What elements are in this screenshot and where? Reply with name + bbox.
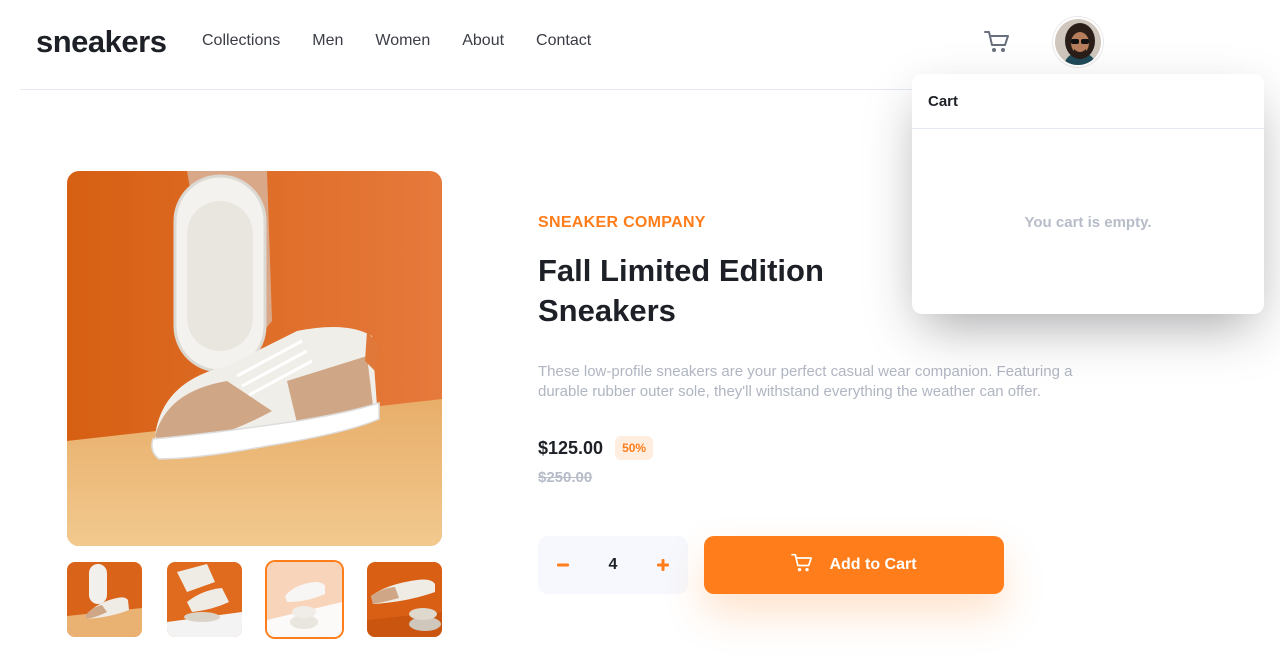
price-row: $125.00 50% [538, 436, 654, 460]
nav-about[interactable]: About [462, 32, 504, 50]
nav-women[interactable]: Women [375, 32, 430, 50]
thumbnail-4[interactable] [367, 562, 442, 637]
thumbnail-1[interactable] [67, 562, 142, 637]
current-price: $125.00 [538, 437, 604, 458]
logo[interactable]: sneakers [36, 24, 167, 60]
thumbnail-3[interactable] [267, 562, 342, 637]
original-price: $250.00 [538, 469, 593, 486]
avatar[interactable] [1053, 17, 1103, 67]
product-title: Fall Limited Edition Sneakers [538, 253, 824, 328]
add-to-cart-label: Add to Cart [829, 556, 917, 573]
thumbnail-2[interactable] [167, 562, 242, 637]
nav-men[interactable]: Men [312, 32, 343, 50]
discount-badge: 50% [615, 436, 654, 460]
quantity-stepper: 4 [538, 536, 688, 594]
cart-divider [912, 128, 1264, 129]
minus-icon[interactable] [538, 536, 588, 594]
thumbnail-strip [67, 562, 442, 637]
plus-icon[interactable] [638, 536, 688, 594]
nav-contact[interactable]: Contact [536, 32, 591, 50]
add-to-cart-button[interactable]: Add to Cart [704, 536, 1004, 594]
main-nav: Collections Men Women About Contact [202, 32, 623, 50]
cart-icon[interactable] [984, 30, 1010, 54]
quantity-value: 4 [608, 556, 618, 573]
cart-empty-message: You cart is empty. [1024, 214, 1152, 231]
cart-dropdown: Cart You cart is empty. [912, 74, 1264, 314]
product-main-image[interactable] [67, 171, 442, 546]
cart-icon [791, 553, 813, 578]
nav-collections[interactable]: Collections [202, 32, 280, 50]
cart-title: Cart [928, 93, 959, 110]
brand-name: SNEAKER COMPANY [538, 214, 706, 231]
product-description: These low-profile sneakers are your perf… [538, 363, 1073, 400]
